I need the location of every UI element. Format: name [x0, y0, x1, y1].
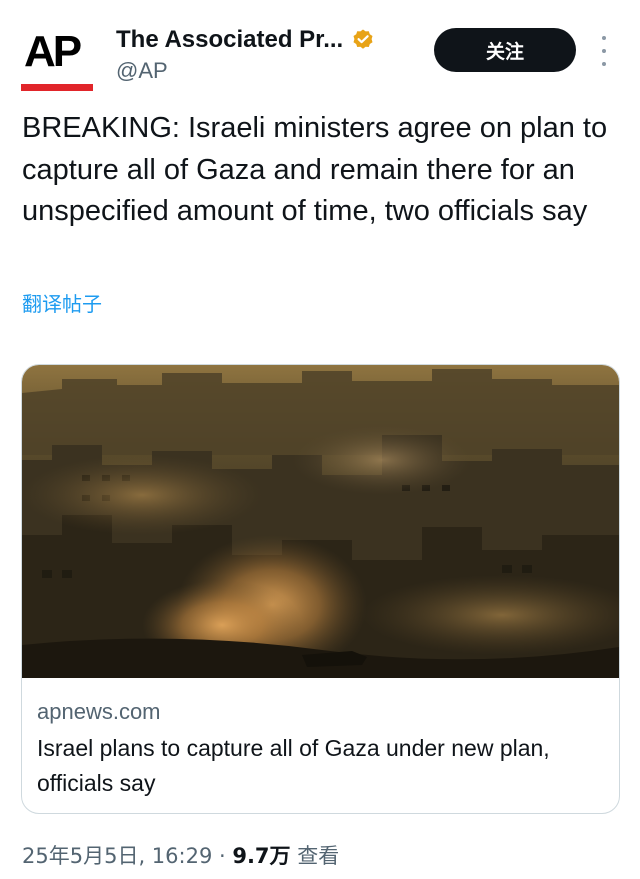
card-image	[22, 365, 619, 678]
display-name[interactable]: The Associated Pr...	[116, 26, 343, 54]
translate-post-link[interactable]: 翻译帖子	[22, 288, 102, 317]
handle[interactable]: @AP	[116, 58, 168, 84]
card-title: Israel plans to capture all of Gaza unde…	[37, 735, 550, 796]
card-domain: apnews.com	[37, 699, 161, 724]
meta-separator: ·	[212, 844, 233, 868]
link-card[interactable]: apnews.com Israel plans to capture all o…	[21, 364, 620, 814]
tweet-header: AP The Associated Pr... @AP 关注	[0, 0, 640, 100]
follow-button[interactable]: 关注	[434, 28, 576, 72]
tweet-text: BREAKING: Israeli ministers agree on pla…	[22, 112, 608, 227]
ap-logo-underline	[21, 84, 93, 91]
vertical-ellipsis-icon[interactable]	[598, 36, 610, 66]
ap-logo-text: AP	[24, 27, 82, 76]
views-count: 9.7万	[232, 844, 291, 868]
views-label: 查看	[290, 844, 340, 868]
tweet-meta: 25年5月5日, 16:29 · 9.7万 查看	[22, 840, 339, 870]
avatar[interactable]: AP	[20, 22, 94, 96]
name-row: The Associated Pr...	[116, 26, 375, 54]
verified-badge-icon	[351, 28, 375, 52]
timestamp[interactable]: 25年5月5日, 16:29	[22, 844, 212, 868]
